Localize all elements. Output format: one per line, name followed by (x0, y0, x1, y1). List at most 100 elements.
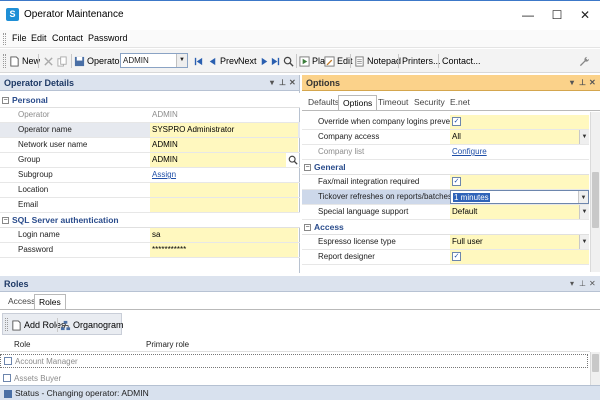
roles-scrollbar-thumb[interactable] (592, 354, 599, 372)
section-general[interactable]: − General (302, 160, 589, 175)
menu-file[interactable]: File (12, 33, 27, 43)
roles-scrollbar[interactable] (590, 352, 600, 385)
email-field[interactable] (150, 198, 298, 212)
panel-menu-icon[interactable]: ▾ (570, 276, 574, 292)
copy-button[interactable] (57, 53, 70, 69)
save-button[interactable] (74, 53, 87, 69)
chevron-down-icon[interactable]: ▼ (579, 235, 589, 249)
row-network-user[interactable]: Network user name ADMIN (0, 138, 300, 153)
section-access[interactable]: − Access (302, 220, 589, 235)
row-login-name[interactable]: Login name sa (0, 228, 300, 243)
operator-name-field[interactable]: SYSPRO Administrator (150, 123, 298, 137)
special-language-select[interactable]: Default ▼ (450, 205, 589, 219)
menu-edit[interactable]: Edit (31, 33, 47, 43)
menu-contact[interactable]: Contact (52, 33, 83, 43)
tickover-select[interactable]: 1 minutes ▼ (450, 190, 589, 204)
fax-mail-checkbox[interactable]: ✓ (452, 177, 461, 187)
tab-security[interactable]: Security (410, 95, 449, 110)
group-field[interactable]: ADMIN (150, 153, 286, 167)
login-name-field[interactable]: sa (150, 228, 298, 242)
row-subgroup[interactable]: Subgroup Assign (0, 168, 300, 183)
column-role[interactable]: Role (14, 340, 30, 349)
row-company-list[interactable]: Company list Configure (302, 145, 589, 160)
edit-button[interactable]: Edit (324, 53, 353, 69)
tab-timeout[interactable]: Timeout (374, 95, 412, 110)
role-checkbox[interactable] (4, 357, 12, 365)
espresso-license-select[interactable]: Full user ▼ (450, 235, 589, 249)
network-user-field[interactable]: ADMIN (150, 138, 298, 152)
panel-menu-icon[interactable]: ▾ (570, 75, 574, 91)
notepad-button[interactable]: Notepad (354, 53, 401, 69)
table-row[interactable]: Account Manager (0, 354, 588, 368)
subgroup-assign-link[interactable]: Assign (150, 168, 298, 182)
options-scrollbar[interactable] (590, 112, 600, 272)
row-email[interactable]: Email (0, 198, 300, 213)
table-row[interactable]: Assets Buyer (0, 371, 588, 385)
report-designer-value[interactable]: ✓ (450, 250, 589, 264)
override-logins-value[interactable]: ✓ (450, 115, 589, 129)
options-header: Options ▾ ⊥ ✕ (302, 75, 600, 91)
panel-menu-icon[interactable]: ▾ (270, 75, 274, 91)
collapse-icon[interactable]: − (2, 217, 9, 224)
tab-options[interactable]: Options (338, 95, 378, 110)
panel-close-icon[interactable]: ✕ (289, 75, 296, 91)
row-override-logins[interactable]: Override when company logins prevented ✓ (302, 115, 589, 130)
location-field[interactable] (150, 183, 298, 197)
settings-button[interactable] (579, 53, 592, 69)
chevron-down-icon[interactable]: ▼ (579, 130, 589, 144)
pin-icon[interactable]: ⊥ (579, 75, 586, 91)
row-special-language[interactable]: Special language support Default ▼ (302, 205, 589, 220)
new-button[interactable]: New (9, 53, 40, 69)
section-personal[interactable]: − Personal (0, 93, 300, 108)
collapse-icon[interactable]: − (304, 164, 311, 171)
company-list-configure-link[interactable]: Configure (450, 145, 589, 159)
last-record-button[interactable] (270, 53, 283, 69)
tab-roles[interactable]: Roles (34, 294, 66, 309)
menu-password[interactable]: Password (88, 33, 128, 43)
close-button[interactable]: ✕ (572, 5, 598, 25)
row-tickover[interactable]: Tickover refreshes on reports/batches 1 … (302, 190, 589, 205)
operator-select[interactable]: ADMIN ▼ (120, 53, 188, 68)
override-logins-checkbox[interactable]: ✓ (452, 117, 461, 127)
printers-button[interactable]: Printers... (402, 53, 441, 69)
prev-button[interactable]: Prev (207, 53, 239, 69)
section-sql-auth[interactable]: − SQL Server authentication (0, 213, 300, 228)
operator-label: Operator (18, 110, 50, 119)
role-checkbox[interactable] (3, 374, 11, 382)
row-operator: Operator ADMIN (0, 108, 300, 123)
row-espresso-license[interactable]: Espresso license type Full user ▼ (302, 235, 589, 250)
password-field[interactable]: *********** (150, 243, 298, 257)
row-operator-name[interactable]: Operator name SYSPRO Administrator (0, 123, 300, 138)
delete-button[interactable] (43, 53, 56, 69)
next-button[interactable]: Next (238, 53, 272, 69)
report-designer-checkbox[interactable]: ✓ (452, 252, 461, 262)
row-report-designer[interactable]: Report designer ✓ (302, 250, 589, 265)
first-record-button[interactable] (193, 53, 206, 69)
panel-close-icon[interactable]: ✕ (589, 75, 596, 91)
tab-enet[interactable]: E.net (446, 95, 474, 110)
row-location[interactable]: Location (0, 183, 300, 198)
row-group[interactable]: Group ADMIN (0, 153, 300, 168)
minimize-button[interactable]: — (515, 5, 541, 25)
maximize-button[interactable]: ☐ (544, 5, 570, 25)
chevron-down-icon[interactable]: ▼ (176, 54, 187, 67)
collapse-icon[interactable]: − (2, 97, 9, 104)
pin-icon[interactable]: ⊥ (579, 276, 586, 292)
fax-mail-value[interactable]: ✓ (450, 175, 589, 189)
organogram-icon (60, 321, 71, 331)
search-icon[interactable] (288, 155, 298, 165)
chevron-down-icon[interactable]: ▼ (579, 205, 589, 219)
chevron-down-icon[interactable]: ▼ (578, 191, 588, 203)
collapse-icon[interactable]: − (304, 224, 311, 231)
row-password[interactable]: Password *********** (0, 243, 300, 258)
pin-icon[interactable]: ⊥ (279, 75, 286, 91)
options-scrollbar-thumb[interactable] (592, 172, 599, 228)
column-primary-role[interactable]: Primary role (146, 340, 189, 349)
search-button[interactable] (283, 53, 296, 69)
panel-close-icon[interactable]: ✕ (589, 276, 596, 292)
company-access-select[interactable]: All ▼ (450, 130, 589, 144)
row-fax-mail[interactable]: Fax/mail integration required ✓ (302, 175, 589, 190)
row-company-access[interactable]: Company access All ▼ (302, 130, 589, 145)
organogram-button[interactable]: Organogram (60, 317, 124, 333)
contact-button[interactable]: Contact... (442, 53, 481, 69)
